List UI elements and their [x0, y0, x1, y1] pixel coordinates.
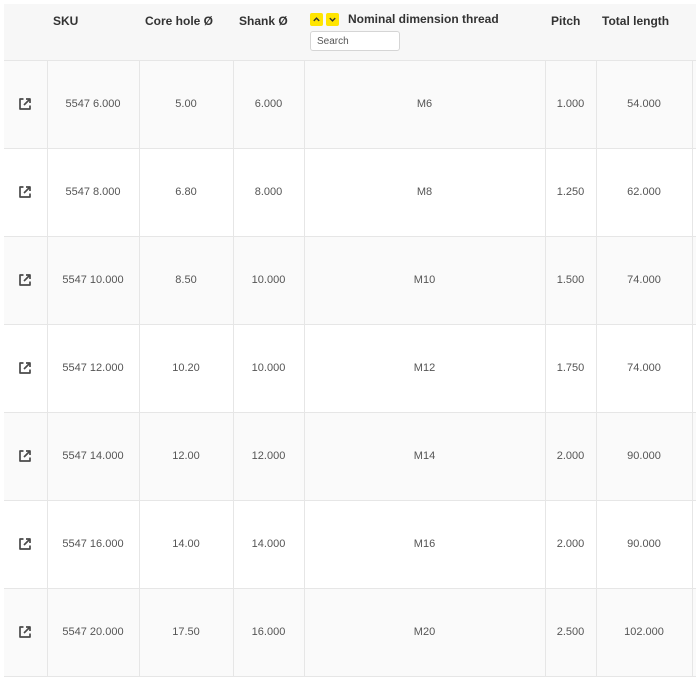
row-link-cell — [4, 59, 48, 149]
nominal-dimension-label: Nominal dimension thread — [348, 12, 499, 26]
table-row: 5547 6.000 5.00 6.000 M6 1.000 54.000 — [4, 59, 696, 149]
pitch-cell: 1.500 — [544, 235, 597, 325]
sort-ascending-button[interactable] — [310, 12, 323, 26]
sku-cell: 5547 10.000 — [46, 235, 140, 325]
external-link-icon[interactable] — [17, 448, 33, 464]
table-row: 5547 16.000 14.00 14.000 M16 2.000 90.00… — [4, 499, 696, 589]
table-row: 5547 14.000 12.00 12.000 M14 2.000 90.00… — [4, 411, 696, 501]
nominal-dimension-cell: M20 — [303, 587, 546, 677]
nominal-dimension-cell: M6 — [303, 59, 546, 149]
shank-cell: 8.000 — [232, 147, 305, 237]
header-core-hole[interactable]: Core hole Ø — [139, 4, 233, 60]
core-hole-cell: 5.00 — [138, 59, 234, 149]
header-sku[interactable]: SKU — [47, 4, 139, 60]
table-row: 5547 20.000 17.50 16.000 M20 2.500 102.0… — [4, 587, 696, 677]
total-length-cell: 62.000 — [595, 147, 693, 237]
header-pitch[interactable]: Pitch — [545, 4, 596, 60]
chevron-up-icon — [313, 16, 320, 21]
external-link-icon[interactable] — [17, 536, 33, 552]
pitch-cell: 1.250 — [544, 147, 597, 237]
nominal-dimension-cell: M14 — [303, 411, 546, 501]
pitch-cell: 2.500 — [544, 587, 597, 677]
row-link-cell — [4, 323, 48, 413]
shank-cell: 16.000 — [232, 587, 305, 677]
header-pad — [692, 4, 696, 60]
external-link-icon[interactable] — [17, 184, 33, 200]
sku-cell: 5547 8.000 — [46, 147, 140, 237]
core-hole-cell: 8.50 — [138, 235, 234, 325]
pitch-cell: 2.000 — [544, 499, 597, 589]
core-hole-cell: 6.80 — [138, 147, 234, 237]
table-row: 5547 8.000 6.80 8.000 M8 1.250 62.000 — [4, 147, 696, 237]
table-row: 5547 12.000 10.20 10.000 M12 1.750 74.00… — [4, 323, 696, 413]
row-link-cell — [4, 147, 48, 237]
nominal-dimension-cell: M10 — [303, 235, 546, 325]
core-hole-cell: 12.00 — [138, 411, 234, 501]
header-nominal-dimension: Nominal dimension thread — [304, 4, 545, 60]
nominal-dimension-cell: M12 — [303, 323, 546, 413]
row-link-cell — [4, 499, 48, 589]
sku-cell: 5547 16.000 — [46, 499, 140, 589]
product-table: SKU Core hole Ø Shank Ø Nominal dimensio… — [4, 4, 696, 677]
chevron-down-icon — [329, 17, 336, 22]
row-pad-cell — [691, 587, 696, 677]
total-length-cell: 74.000 — [595, 235, 693, 325]
row-pad-cell — [691, 147, 696, 237]
core-hole-cell: 17.50 — [138, 587, 234, 677]
row-pad-cell — [691, 59, 696, 149]
shank-cell: 10.000 — [232, 235, 305, 325]
core-hole-cell: 14.00 — [138, 499, 234, 589]
row-pad-cell — [691, 235, 696, 325]
external-link-icon[interactable] — [17, 272, 33, 288]
core-hole-cell: 10.20 — [138, 323, 234, 413]
external-link-icon[interactable] — [17, 96, 33, 112]
sku-cell: 5547 14.000 — [46, 411, 140, 501]
total-length-cell: 90.000 — [595, 411, 693, 501]
header-shank[interactable]: Shank Ø — [233, 4, 304, 60]
table-row: 5547 10.000 8.50 10.000 M10 1.500 74.000 — [4, 235, 696, 325]
nominal-dimension-cell: M16 — [303, 499, 546, 589]
sku-cell: 5547 12.000 — [46, 323, 140, 413]
row-pad-cell — [691, 411, 696, 501]
row-link-cell — [4, 235, 48, 325]
external-link-icon[interactable] — [17, 360, 33, 376]
row-link-cell — [4, 587, 48, 677]
pitch-cell: 1.000 — [544, 59, 597, 149]
total-length-cell: 90.000 — [595, 499, 693, 589]
shank-cell: 6.000 — [232, 59, 305, 149]
table-header-row: SKU Core hole Ø Shank Ø Nominal dimensio… — [4, 4, 696, 60]
shank-cell: 10.000 — [232, 323, 305, 413]
sku-cell: 5547 20.000 — [46, 587, 140, 677]
pitch-cell: 2.000 — [544, 411, 597, 501]
row-link-cell — [4, 411, 48, 501]
shank-cell: 12.000 — [232, 411, 305, 501]
header-total-length[interactable]: Total length — [596, 4, 692, 60]
total-length-cell: 102.000 — [595, 587, 693, 677]
sku-cell: 5547 6.000 — [46, 59, 140, 149]
nominal-dimension-cell: M8 — [303, 147, 546, 237]
total-length-cell: 54.000 — [595, 59, 693, 149]
header-link-column — [4, 4, 47, 60]
sort-descending-button[interactable] — [326, 12, 339, 26]
total-length-cell: 74.000 — [595, 323, 693, 413]
row-pad-cell — [691, 323, 696, 413]
external-link-icon[interactable] — [17, 624, 33, 640]
pitch-cell: 1.750 — [544, 323, 597, 413]
product-table-container: SKU Core hole Ø Shank Ø Nominal dimensio… — [4, 4, 696, 677]
nominal-search-input[interactable] — [310, 31, 400, 51]
row-pad-cell — [691, 499, 696, 589]
shank-cell: 14.000 — [232, 499, 305, 589]
